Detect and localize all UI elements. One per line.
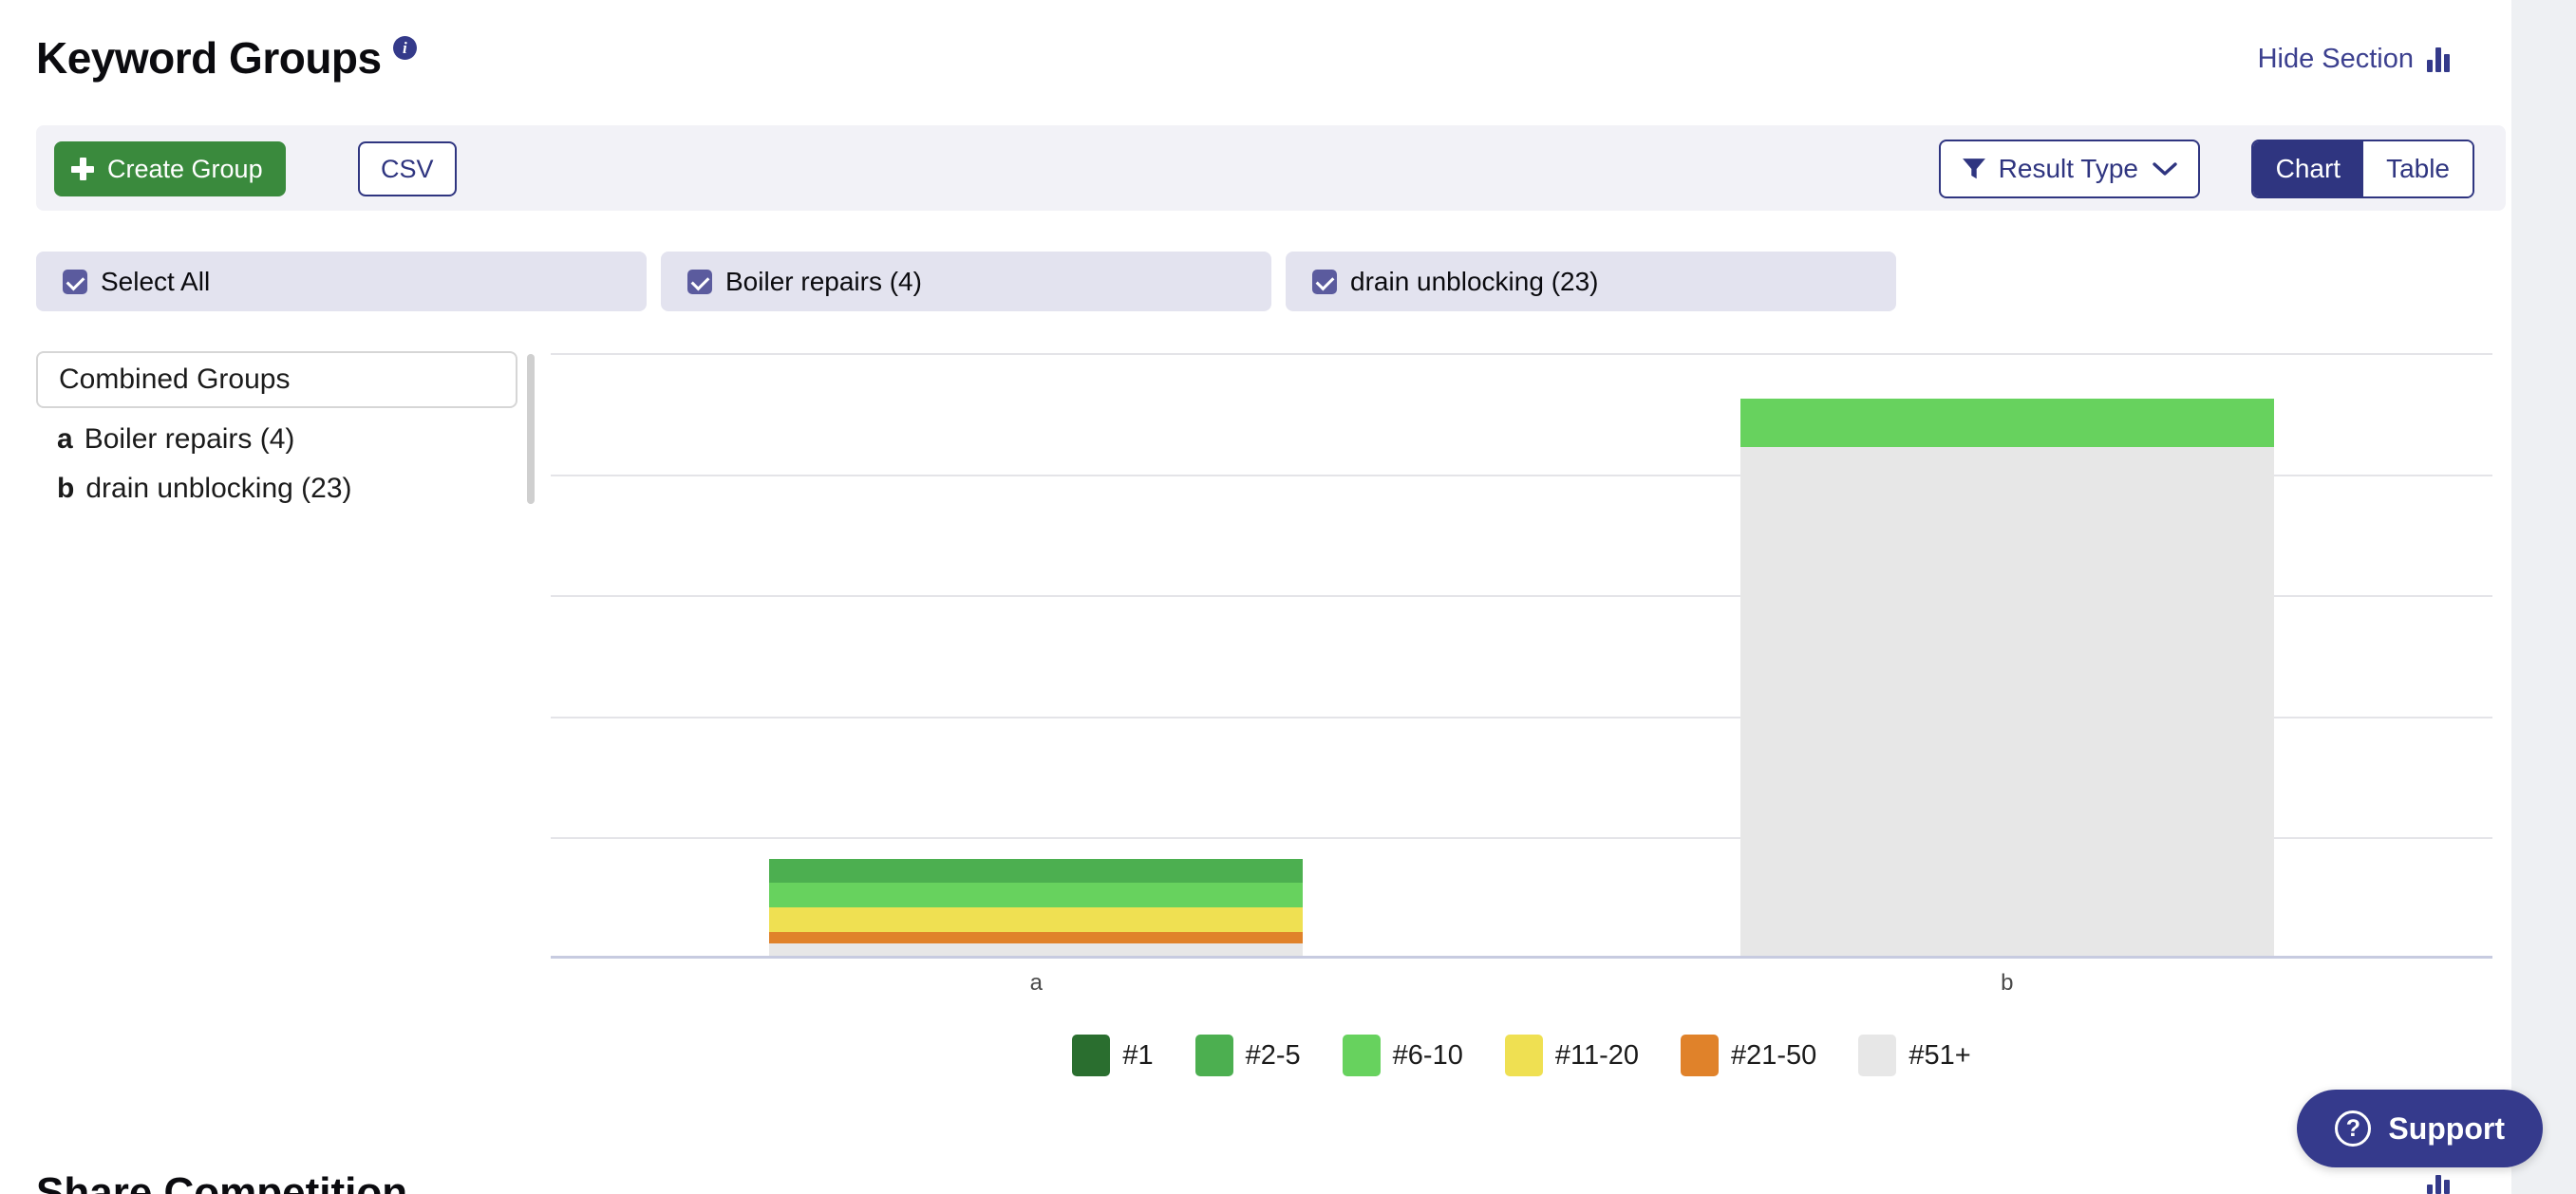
filter-chip-label: Boiler repairs (4)	[725, 266, 922, 296]
chart-x-label: a	[1029, 970, 1043, 996]
bar-segment-rank-51+[interactable]	[769, 943, 1304, 956]
legend-label: #2-5	[1245, 1039, 1301, 1071]
group-list-item[interactable]: b drain unblocking (23)	[36, 464, 517, 513]
legend-label: #51+	[1908, 1039, 1971, 1071]
filter-chip-drain-unblocking[interactable]: drain unblocking (23)	[1286, 252, 1896, 311]
info-icon[interactable]: i	[392, 36, 417, 61]
legend-swatch	[1194, 1035, 1233, 1076]
bar-segment-rank-2-5[interactable]	[769, 858, 1304, 884]
bar-segment-rank-6-10[interactable]	[1739, 399, 2274, 448]
legend-label: #1	[1122, 1039, 1154, 1071]
bar-segment-rank-11-20[interactable]	[769, 906, 1304, 932]
group-key: a	[57, 423, 73, 455]
bar-segment-rank-51+[interactable]	[1739, 447, 2274, 956]
chart-x-axis-labels: ab	[551, 970, 2492, 1008]
groups-panel-scrollbar[interactable]	[527, 354, 535, 504]
plus-icon	[71, 158, 94, 180]
keyword-filter-chips: Select All Boiler repairs (4) drain unbl…	[36, 252, 2506, 311]
legend-label: #11-20	[1554, 1039, 1639, 1071]
csv-export-button[interactable]: CSV	[358, 141, 457, 196]
legend-swatch	[1504, 1035, 1543, 1076]
question-circle-icon: ?	[2335, 1110, 2372, 1147]
group-list-item[interactable]: a Boiler repairs (4)	[36, 415, 517, 464]
legend-item[interactable]: #2-5	[1194, 1035, 1301, 1076]
checkbox-checked-icon[interactable]	[687, 269, 712, 294]
filter-chip-select-all[interactable]: Select All	[36, 252, 647, 311]
legend-item[interactable]: #21-50	[1681, 1035, 1816, 1076]
view-mode-table[interactable]: Table	[2363, 141, 2473, 196]
keyword-groups-chart: ab	[551, 342, 2492, 996]
chart-plot-area	[551, 353, 2492, 959]
csv-label: CSV	[381, 154, 434, 183]
result-type-dropdown[interactable]: Result Type	[1938, 140, 2200, 198]
view-mode-chart[interactable]: Chart	[2252, 141, 2364, 196]
filter-chip-label: Select All	[101, 266, 211, 296]
legend-item[interactable]: #51+	[1858, 1035, 1971, 1076]
support-label: Support	[2388, 1110, 2505, 1146]
chart-bar-b[interactable]	[1739, 399, 2274, 956]
page-title: Keyword Groups i	[36, 32, 417, 84]
chart-bar-a[interactable]	[769, 858, 1304, 956]
next-section-heading-peek: Share Competition	[36, 1169, 408, 1194]
filter-chip-label: drain unblocking (23)	[1350, 266, 1599, 296]
page-title-text: Keyword Groups	[36, 33, 382, 83]
page-root: Keyword Groups i Hide Section Create Grou…	[0, 0, 2576, 1194]
group-label: Boiler repairs (4)	[84, 423, 295, 455]
checkbox-checked-icon[interactable]	[1312, 269, 1337, 294]
toolbar: Create Group CSV Result Type Chart Table	[36, 125, 2506, 211]
hide-section-button[interactable]: Hide Section	[2258, 44, 2450, 75]
create-group-button[interactable]: Create Group	[54, 141, 286, 196]
support-button[interactable]: ? Support	[2297, 1090, 2543, 1167]
result-type-label: Result Type	[1998, 154, 2138, 183]
section-header: Keyword Groups i Hide Section	[0, 0, 2511, 118]
bar-segment-rank-21-50[interactable]	[769, 931, 1304, 944]
chart-x-label: b	[2001, 970, 2014, 996]
group-key: b	[57, 473, 75, 504]
group-label: drain unblocking (23)	[85, 473, 352, 504]
legend-swatch	[1681, 1035, 1719, 1076]
combined-groups-list: a Boiler repairs (4) b drain unblocking …	[36, 415, 517, 513]
legend-swatch	[1858, 1035, 1897, 1076]
keyword-groups-card: Keyword Groups i Hide Section Create Grou…	[0, 0, 2511, 1194]
legend-item[interactable]: #6-10	[1342, 1035, 1463, 1076]
chart-x-axis-line	[551, 956, 2492, 959]
create-group-label: Create Group	[107, 154, 263, 183]
chart-gridline	[551, 353, 2492, 355]
legend-item[interactable]: #1	[1072, 1035, 1154, 1076]
funnel-icon	[1962, 159, 1985, 179]
checkbox-checked-icon[interactable]	[63, 269, 87, 294]
filter-chip-boiler-repairs[interactable]: Boiler repairs (4)	[661, 252, 1271, 311]
legend-item[interactable]: #11-20	[1504, 1035, 1639, 1076]
bar-segment-rank-6-10[interactable]	[769, 883, 1304, 907]
next-section-bar-chart-icon	[2427, 1175, 2450, 1194]
bar-chart-icon	[2427, 47, 2450, 72]
legend-label: #21-50	[1731, 1039, 1817, 1071]
legend-swatch	[1072, 1035, 1111, 1076]
chevron-down-icon	[2153, 162, 2177, 176]
hide-section-label: Hide Section	[2257, 44, 2414, 74]
legend-swatch	[1342, 1035, 1381, 1076]
view-mode-toggle: Chart Table	[2250, 140, 2474, 198]
combined-groups-header[interactable]: Combined Groups	[36, 351, 517, 408]
chart-legend: #1 #2-5 #6-10 #11-20 #21-50 #51+	[551, 1035, 2492, 1076]
legend-label: #6-10	[1392, 1039, 1463, 1071]
combined-groups-panel: Combined Groups a Boiler repairs (4) b d…	[36, 327, 535, 522]
